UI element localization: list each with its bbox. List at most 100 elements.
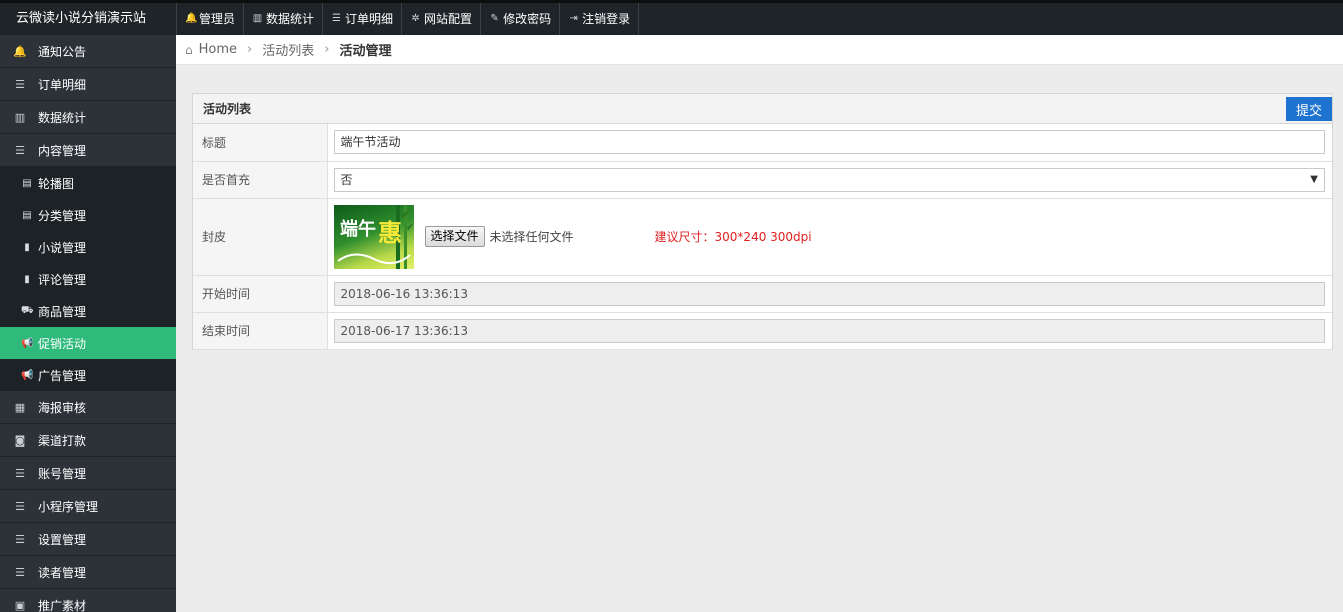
edit-icon: ✎ xyxy=(490,13,499,24)
cover-text: 端午 xyxy=(340,218,376,240)
image-icon: ▣ xyxy=(14,598,26,612)
sidebar-item[interactable]: 📢 促销活动 xyxy=(0,327,176,359)
activity-form: 标题 端午节活动 是否首充 否 ▼ 封皮 端午 惠 选择文件 未选择任何文件 建… xyxy=(193,124,1332,350)
topnav-item[interactable]: ⇥ 注销登录 xyxy=(559,3,640,35)
caret-down-icon: ▼ xyxy=(1310,173,1318,185)
bell-icon: 🔔 xyxy=(185,13,198,24)
cover-size-hint: 建议尺寸：300*240 300dpi xyxy=(654,230,812,244)
sidebar-item[interactable]: ☰ 小程序管理 xyxy=(0,490,176,523)
topnav-label: 数据统计 xyxy=(266,12,315,26)
sidebar-item-label: 促销活动 xyxy=(38,336,87,351)
panel-title: 活动列表 xyxy=(203,102,252,116)
bullhorn-icon: 📢 xyxy=(21,369,34,381)
select-value: 否 xyxy=(340,172,353,187)
sidebar-item-label: 海报审核 xyxy=(38,400,87,415)
top-nav: 🔔 管理员 ▥ 数据统计 ☰ 订单明细 ✲ 网站配置 ✎ 修改密码 ⇥ 注销登录 xyxy=(176,3,640,35)
sidebar-item-label: 小说管理 xyxy=(38,240,87,255)
end-time-input[interactable]: 2018-06-17 13:36:13 xyxy=(333,318,1325,343)
cover-image: 端午 惠 xyxy=(333,204,414,269)
list-alt-icon: ▤ xyxy=(22,209,32,221)
form-row-first-recharge: 是否首充 否 ▼ xyxy=(193,161,1332,199)
sidebar-item[interactable]: ▥ 数据统计 xyxy=(0,101,176,134)
bullhorn-icon: 📢 xyxy=(21,337,34,349)
money-icon: ◙ xyxy=(14,433,26,447)
topnav-label: 注销登录 xyxy=(582,12,631,26)
gear-icon: ✲ xyxy=(411,13,420,24)
sidebar-item-label: 轮播图 xyxy=(38,176,75,191)
list-icon: ☰ xyxy=(15,565,25,579)
topnav-label: 订单明细 xyxy=(345,12,394,26)
topnav-label: 网站配置 xyxy=(424,12,473,26)
cover-text-accent: 惠 xyxy=(378,219,402,247)
list-icon: ☰ xyxy=(15,499,25,513)
grid-icon: ▦ xyxy=(14,400,26,414)
field-label: 结束时间 xyxy=(193,312,328,350)
sidebar: 🔔 通知公告 ☰ 订单明细 ▥ 数据统计 ☰ 内容管理 ▤ 轮播图 ▤ 分类管理 ▮ 小说管理 ▮ 评论管理 ⛟… xyxy=(0,35,176,612)
topnav-item[interactable]: 🔔 管理员 xyxy=(176,3,243,35)
panel-header: 活动列表 提交 xyxy=(193,94,1332,124)
breadcrumb-separator-icon: › xyxy=(324,42,330,57)
breadcrumb-current: 活动管理 xyxy=(339,44,392,59)
top-bar: 云微读小说分销演示站 🔔 管理员 ▥ 数据统计 ☰ 订单明细 ✲ 网站配置 ✎ 修改密码 ⇥ 注销登录 xyxy=(0,0,1343,35)
list-icon: ☰ xyxy=(332,13,342,24)
topnav-label: 管理员 xyxy=(199,12,236,26)
sidebar-item-label: 数据统计 xyxy=(38,110,87,125)
form-row-end-time: 结束时间 2018-06-17 13:36:13 xyxy=(193,312,1332,350)
sidebar-item[interactable]: ▤ 分类管理 xyxy=(0,199,176,231)
sidebar-item-label: 分类管理 xyxy=(38,208,87,223)
sidebar-item[interactable]: 📢 广告管理 xyxy=(0,359,176,391)
sidebar-item-label: 商品管理 xyxy=(38,304,87,319)
breadcrumb-home[interactable]: Home xyxy=(199,42,237,57)
field-label: 开始时间 xyxy=(193,275,328,313)
sidebar-item[interactable]: ☰ 订单明细 xyxy=(0,68,176,101)
topnav-item[interactable]: ✎ 修改密码 xyxy=(480,3,559,35)
sidebar-item[interactable]: ⛟ 商品管理 xyxy=(0,295,176,327)
submit-button[interactable]: 提交 xyxy=(1286,97,1332,121)
breadcrumb: ⌂ Home › 活动列表 › 活动管理 xyxy=(176,35,1343,65)
sidebar-item[interactable]: ☰ 读者管理 xyxy=(0,556,176,589)
activity-form-panel: 活动列表 提交 标题 端午节活动 是否首充 否 ▼ 封皮 端午 惠 选择文件 未… xyxy=(192,93,1333,350)
topnav-item[interactable]: ☰ 订单明细 xyxy=(322,3,401,35)
brand-title[interactable]: 云微读小说分销演示站 xyxy=(0,3,176,35)
sidebar-item[interactable]: ☰ 内容管理 xyxy=(0,134,176,167)
sidebar-item[interactable]: ▮ 评论管理 xyxy=(0,263,176,295)
sidebar-item[interactable]: 🔔 通知公告 xyxy=(0,35,176,68)
form-row-start-time: 开始时间 2018-06-16 13:36:13 xyxy=(193,275,1332,313)
bell-icon: 🔔 xyxy=(13,44,27,58)
book-icon: ▮ xyxy=(24,241,30,253)
form-row-cover: 封皮 端午 惠 选择文件 未选择任何文件 建议尺寸：300*240 300dpi xyxy=(193,198,1332,276)
sidebar-item-label: 通知公告 xyxy=(38,44,87,59)
title-input[interactable]: 端午节活动 xyxy=(333,130,1325,155)
sidebar-item[interactable]: ▦ 海报审核 xyxy=(0,391,176,424)
sidebar-item[interactable]: ☰ 账号管理 xyxy=(0,457,176,490)
sidebar-item-label: 推广素材 xyxy=(38,598,87,612)
list-icon: ☰ xyxy=(15,532,25,546)
list-icon: ☰ xyxy=(15,143,25,157)
sidebar-item[interactable]: ▮ 小说管理 xyxy=(0,231,176,263)
topnav-label: 修改密码 xyxy=(503,12,552,26)
sidebar-item-label: 小程序管理 xyxy=(38,499,99,514)
list-icon: ☰ xyxy=(15,77,25,91)
sign-out-icon: ⇥ xyxy=(569,13,578,24)
start-time-input[interactable]: 2018-06-16 13:36:13 xyxy=(333,281,1325,306)
bar-chart-icon: ▥ xyxy=(14,110,26,124)
sidebar-item-label: 订单明细 xyxy=(38,77,87,92)
sidebar-item[interactable]: ▤ 轮播图 xyxy=(0,167,176,199)
topnav-item[interactable]: ✲ 网站配置 xyxy=(401,3,480,35)
first-recharge-select[interactable]: 否 ▼ xyxy=(333,167,1325,192)
bar-chart-icon: ▥ xyxy=(252,13,263,24)
topnav-item[interactable]: ▥ 数据统计 xyxy=(243,3,322,35)
sidebar-item[interactable]: ☰ 设置管理 xyxy=(0,523,176,556)
sidebar-item-label: 广告管理 xyxy=(38,368,87,383)
form-row-title: 标题 端午节活动 xyxy=(193,124,1332,162)
sidebar-item-label: 评论管理 xyxy=(38,272,87,287)
sidebar-item-label: 设置管理 xyxy=(38,532,87,547)
field-label: 是否首充 xyxy=(193,161,328,199)
sidebar-item[interactable]: ▣ 推广素材 xyxy=(0,589,176,612)
sidebar-item-label: 内容管理 xyxy=(38,143,87,158)
sidebar-item-label: 账号管理 xyxy=(38,466,87,481)
breadcrumb-activity-list[interactable]: 活动列表 xyxy=(262,40,314,59)
sidebar-item[interactable]: ◙ 渠道打款 xyxy=(0,424,176,457)
choose-file-button[interactable]: 选择文件 xyxy=(424,226,485,247)
breadcrumb-separator-icon: › xyxy=(247,42,253,57)
